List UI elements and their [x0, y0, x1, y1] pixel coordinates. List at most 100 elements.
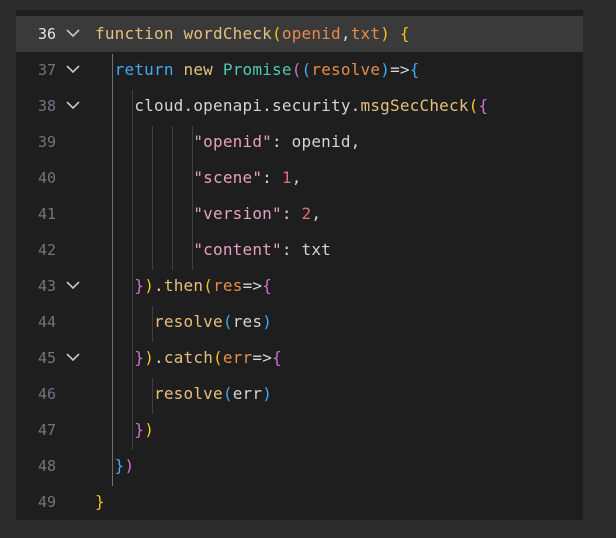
line-number: 38	[37, 97, 56, 115]
chevron-down-icon[interactable]	[66, 352, 80, 362]
bracket: }	[134, 420, 145, 439]
code-text: "scene": 1,	[95, 160, 302, 196]
bracket: )	[380, 60, 391, 79]
line-number: 45	[37, 349, 56, 367]
line-number: 36	[37, 25, 56, 43]
parameter: res	[213, 276, 243, 295]
bracket: (	[301, 60, 312, 79]
parameter: err	[222, 348, 253, 367]
identifier: txt	[301, 240, 331, 259]
line-number: 41	[37, 205, 56, 223]
string: "openid"	[193, 132, 272, 151]
code-line[interactable]: 42 "content": txt	[16, 232, 583, 268]
method-name: msgSecCheck	[360, 96, 469, 115]
bracket: (	[222, 384, 233, 403]
window-background: 36 function wordCheck(openid,txt) { 37 r…	[0, 0, 616, 538]
code-text: }).catch(err=>{	[95, 340, 282, 376]
parameter: openid	[281, 24, 341, 43]
bracket: {	[478, 96, 489, 115]
code-line[interactable]: 47 })	[16, 412, 583, 448]
bracket: (	[203, 276, 214, 295]
line-number: 44	[37, 313, 56, 331]
punctuation: .	[154, 276, 164, 295]
bracket: )	[262, 312, 273, 331]
line-number: 37	[37, 61, 56, 79]
chevron-down-icon[interactable]	[66, 28, 80, 38]
line-number: 46	[37, 385, 56, 403]
punctuation: .	[154, 348, 164, 367]
bracket: (	[222, 312, 233, 331]
string: "scene"	[193, 168, 263, 187]
punctuation: ,	[340, 24, 351, 43]
bracket: {	[272, 348, 282, 367]
code-line[interactable]: 38 cloud.openapi.security.msgSecCheck({	[16, 88, 583, 124]
code-editor[interactable]: 36 function wordCheck(openid,txt) { 37 r…	[16, 10, 583, 520]
bracket: )	[144, 276, 155, 295]
method-name: then	[163, 276, 204, 295]
arrow: =>	[242, 276, 263, 295]
line-number: 47	[37, 421, 56, 439]
function-name: wordCheck	[183, 24, 273, 43]
code-text: })	[95, 412, 154, 448]
code-line[interactable]: 37 return new Promise((resolve)=>{	[16, 52, 583, 88]
parameter: txt	[350, 24, 381, 43]
code-line[interactable]: 45 }).catch(err=>{	[16, 340, 583, 376]
line-number: 39	[37, 133, 56, 151]
code-line[interactable]: 44 resolve(res)	[16, 304, 583, 340]
method-name: catch	[163, 348, 214, 367]
function-call: resolve	[154, 312, 223, 331]
bracket: {	[262, 276, 273, 295]
bracket: )	[380, 24, 391, 43]
code-text: "openid": openid,	[95, 124, 361, 160]
bracket: )	[144, 348, 155, 367]
line-number: 49	[37, 493, 56, 511]
code-line[interactable]: 40 "scene": 1,	[16, 160, 583, 196]
arrow: =>	[252, 348, 273, 367]
bracket: }	[114, 456, 125, 475]
bracket: (	[272, 24, 282, 43]
punctuation: :	[281, 204, 302, 223]
bracket: (	[291, 60, 302, 79]
code-text: "version": 2,	[95, 196, 321, 232]
punctuation: ,	[291, 168, 302, 187]
number: 1	[281, 168, 292, 187]
line-number: 48	[37, 457, 56, 475]
code-text: "content": txt	[95, 232, 331, 268]
line-number: 40	[37, 169, 56, 187]
code-text: function wordCheck(openid,txt) {	[95, 16, 410, 52]
code-text: return new Promise((resolve)=>{	[95, 52, 420, 88]
chevron-down-icon[interactable]	[66, 64, 80, 74]
bracket: }	[134, 276, 145, 295]
punctuation: :	[272, 132, 292, 151]
identifier: openid	[291, 132, 351, 151]
punctuation: :	[281, 240, 302, 259]
punctuation: ,	[311, 204, 322, 223]
bracket: {	[409, 60, 420, 79]
object-path: cloud.openapi.security.	[134, 96, 361, 115]
chevron-down-icon[interactable]	[66, 100, 80, 110]
code-line[interactable]: 49 }	[16, 484, 583, 520]
bracket: }	[134, 348, 145, 367]
code-text: }	[95, 484, 105, 520]
bracket: )	[262, 384, 273, 403]
chevron-down-icon[interactable]	[66, 280, 80, 290]
code-line[interactable]: 41 "version": 2,	[16, 196, 583, 232]
punctuation: ,	[350, 132, 361, 151]
identifier: res	[232, 312, 263, 331]
code-line[interactable]: 46 resolve(err)	[16, 376, 583, 412]
code-text: cloud.openapi.security.msgSecCheck({	[95, 88, 488, 124]
code-line[interactable]: 39 "openid": openid,	[16, 124, 583, 160]
line-number: 43	[37, 277, 56, 295]
number: 2	[301, 204, 312, 223]
bracket: (	[213, 348, 223, 367]
bracket: (	[468, 96, 479, 115]
code-line[interactable]: 36 function wordCheck(openid,txt) {	[16, 16, 583, 52]
string: "content"	[193, 240, 282, 259]
code-text: resolve(err)	[95, 376, 272, 412]
punctuation: :	[262, 168, 282, 187]
bracket: }	[95, 492, 105, 511]
keyword: function	[95, 24, 174, 43]
class-name: Promise	[222, 60, 292, 79]
code-line[interactable]: 43 }).then(res=>{	[16, 268, 583, 304]
code-line[interactable]: 48 })	[16, 448, 583, 484]
